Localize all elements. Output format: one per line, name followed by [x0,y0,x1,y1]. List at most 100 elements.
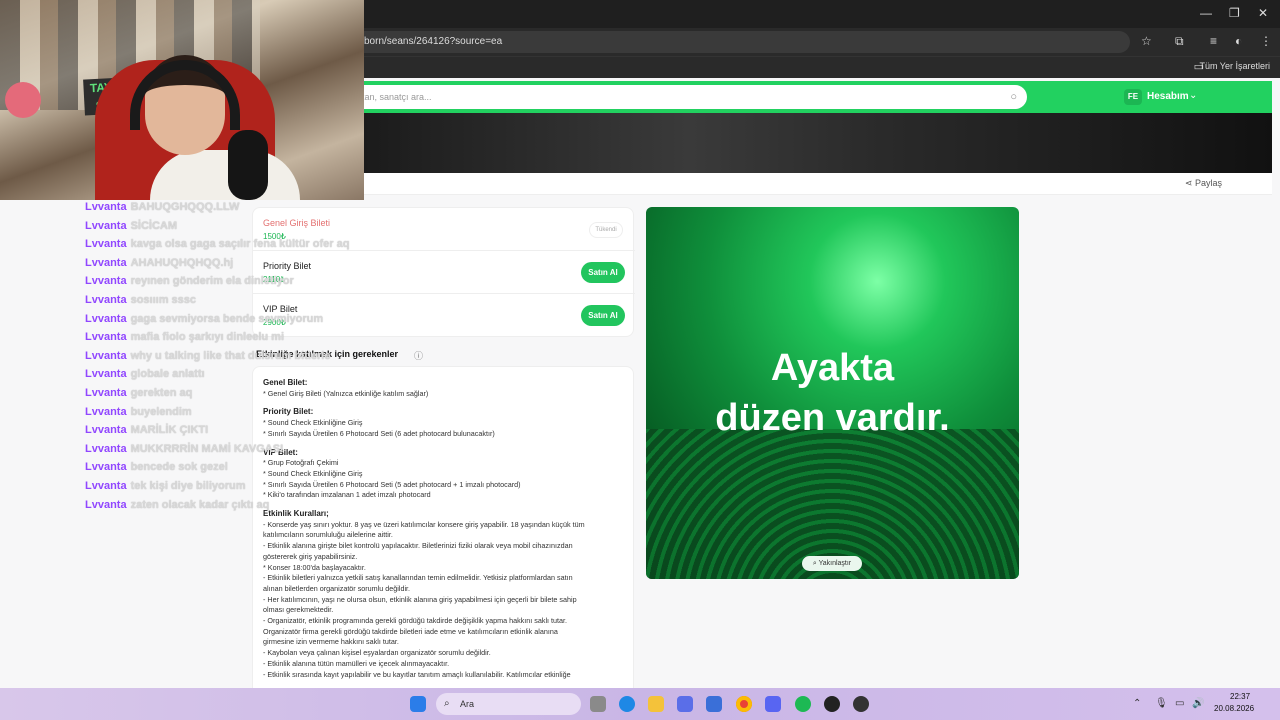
info-icon[interactable]: ⓘ [414,349,423,362]
chat-text: kavga olsa gaga saçılır fena kültür ofer… [130,238,350,251]
chat-username: Lvvanta [85,331,127,344]
chat-text: buyelendim [130,405,192,418]
chat-message: Lvvanta reyınen gönderim ela dinletiyor [85,272,385,291]
menu-icon[interactable]: ⋮ [1260,34,1272,48]
account-menu[interactable]: Hesabım [1147,91,1189,102]
store-icon[interactable] [677,696,693,712]
address-bar[interactable]: born/seans/264126?source=ea [300,31,1130,53]
file-explorer-icon[interactable] [648,696,664,712]
bookmark-star-icon[interactable]: ☆ [1141,34,1152,48]
chat-message: Lvvanta kavga olsa gaga saçılır fena kült… [85,235,385,254]
chat-username: Lvvanta [85,293,127,306]
description-line: - Etkinlik biletleri yalnızca yetkili sa… [263,573,573,583]
chevron-down-icon[interactable]: ⌄ [1189,90,1197,101]
chat-username: Lvvanta [85,201,127,213]
task-view-icon[interactable] [590,696,606,712]
description-line: katılımcıların sorumluluğu ailelerine ai… [263,530,393,540]
chat-username: Lvvanta [85,386,127,399]
zoom-button[interactable]: ⌕ Yakınlaştır [802,556,862,571]
chat-username: Lvvanta [85,442,127,455]
chat-message: Lvvanta gerekten aq [85,384,385,403]
chat-text: mafia fiolo şarkıyı dinleelu mi [130,331,285,344]
event-subbar [300,173,1272,195]
description-line: Organizatör firma gerekli gördüğü takdir… [263,626,558,636]
sold-out-badge: Tükendi [589,222,623,238]
chat-text: gaga sevmiyorsa bende sevmiyorum [130,312,324,325]
maximize-icon[interactable]: ❐ [1229,6,1240,20]
discord-icon[interactable] [765,696,781,712]
obs-icon[interactable] [824,696,840,712]
stream-chat-overlay: Lvvanta BAHUQGHQQQ.LLW Lvvanta SİCİCAM Lvvan… [85,198,385,514]
description-line: - Her katılımcının, yaşı ne olursa olsun… [263,594,577,604]
chat-message: Lvvanta bencede sok gezel [85,458,385,477]
mail-icon[interactable] [706,696,722,712]
extensions-icon[interactable]: ⧉ [1175,34,1184,49]
chat-text: globale anlattı [130,368,205,381]
event-poster[interactable]: Ayakta düzen vardır. ⌕ Yakınlaştır [646,207,1019,579]
description-line: olması gerekmektedir. [263,605,334,615]
taskbar-search[interactable]: ⌕ Ara [436,693,581,715]
chat-message: Lvvanta sosııım sssc [85,291,385,310]
webcam-overlay: TAYLOR SWIFT [0,0,364,200]
chat-message: Lvvanta mafia fiolo şarkıyı dinleelu mi [85,328,385,347]
chat-message: Lvvanta MUKKRRRİN MAMİ KAVGASI [85,440,385,459]
volume-icon[interactable]: 🔊 [1192,698,1204,709]
share-icon: ⋖ [1185,178,1196,188]
chat-username: Lvvanta [85,368,127,381]
poster-text-line1: Ayakta [770,347,895,389]
chat-text: sosııım sssc [130,293,197,306]
all-bookmarks-link[interactable]: Tüm Yer İşaretleri [1199,61,1270,71]
chat-username: Lvvanta [85,256,127,269]
search-icon: ⌕ [444,698,450,709]
description-line: * Konser 18:00'da başlayacaktır. [263,562,366,572]
chat-username: Lvvanta [85,498,127,511]
windows-start-icon[interactable] [410,696,426,712]
search-icon[interactable]: ○ [1010,85,1017,109]
chat-message: Lvvanta why u talking like that dulsrum b… [85,347,385,366]
taskbar-search-label: Ara [460,699,475,709]
reading-list-icon[interactable]: ≡ [1210,34,1217,48]
minimize-icon[interactable]: — [1200,6,1212,20]
chat-message: Lvvanta gaga sevmiyorsa bende sevmiyorum [85,310,385,329]
chat-message: Lvvanta globale anlattı [85,365,385,384]
chat-message: Lvvanta buyelendim [85,403,385,422]
description-line: - Etkinlik alanına tütün mamülleri ve iç… [263,658,450,668]
chat-username: Lvvanta [85,349,127,362]
chat-text: why u talking like that dulsrum bitlerle [130,349,331,362]
profile-icon[interactable]: ◐ [1235,34,1242,48]
description-line: - Konserde yaş sınırı yoktur. 8 yaş ve ü… [263,519,585,529]
description-line: - Kaybolan veya çalınan kişisel eşyalard… [263,648,491,658]
chat-text: MARİLİK ÇIKTI [130,424,209,437]
chat-username: Lvvanta [85,275,127,288]
clock-time[interactable]: 22:37 [1230,692,1250,701]
chat-text: AHAHUQHQHQQ.hj [130,256,234,269]
close-icon[interactable]: ✕ [1258,6,1268,20]
network-icon[interactable]: ▭ [1175,698,1184,709]
app-icon[interactable] [853,696,869,712]
event-banner [300,113,1272,173]
clock-date[interactable]: 20.08.2026 [1214,704,1254,713]
tray-chevron-icon[interactable]: ⌃ [1133,698,1141,709]
taskbar: ⌕ Ara ⌃ 🎙 ▭ 🔊 22:37 20.08.2026 [0,688,1280,720]
microphone-tray-icon[interactable]: 🎙 [1155,698,1168,709]
chat-text: MUKKRRRİN MAMİ KAVGASI [130,442,284,455]
edge-icon[interactable] [619,696,635,712]
share-button[interactable]: ⋖ Paylaş [1185,178,1222,189]
chat-message: Lvvanta tek kişi diye biliyorum [85,477,385,496]
chat-username: Lvvanta [85,461,127,474]
chat-message: Lvvanta MARİLİK ÇIKTI [85,421,385,440]
chat-message: Lvvanta SİCİCAM [85,217,385,236]
chat-username: Lvvanta [85,479,127,492]
description-line: - Etkinlik alanına girişte bilet kontrol… [263,541,573,551]
microphone-icon [228,130,268,200]
chat-text: zaten olacak kadar çıktı aq [130,498,270,511]
chat-text: gerekten aq [130,386,193,399]
spotify-icon[interactable] [795,696,811,712]
chrome-icon[interactable] [736,696,752,712]
chat-message: Lvvanta zaten olacak kadar çıktı aq [85,496,385,515]
chat-text: tek kişi diye biliyorum [130,479,246,492]
avatar[interactable]: FE [1124,89,1142,105]
buy-priority-button[interactable]: Satın Al [581,262,625,283]
buy-vip-button[interactable]: Satın Al [581,305,625,326]
search-input[interactable]: kan, sanatçı ara... ○ [350,85,1027,109]
